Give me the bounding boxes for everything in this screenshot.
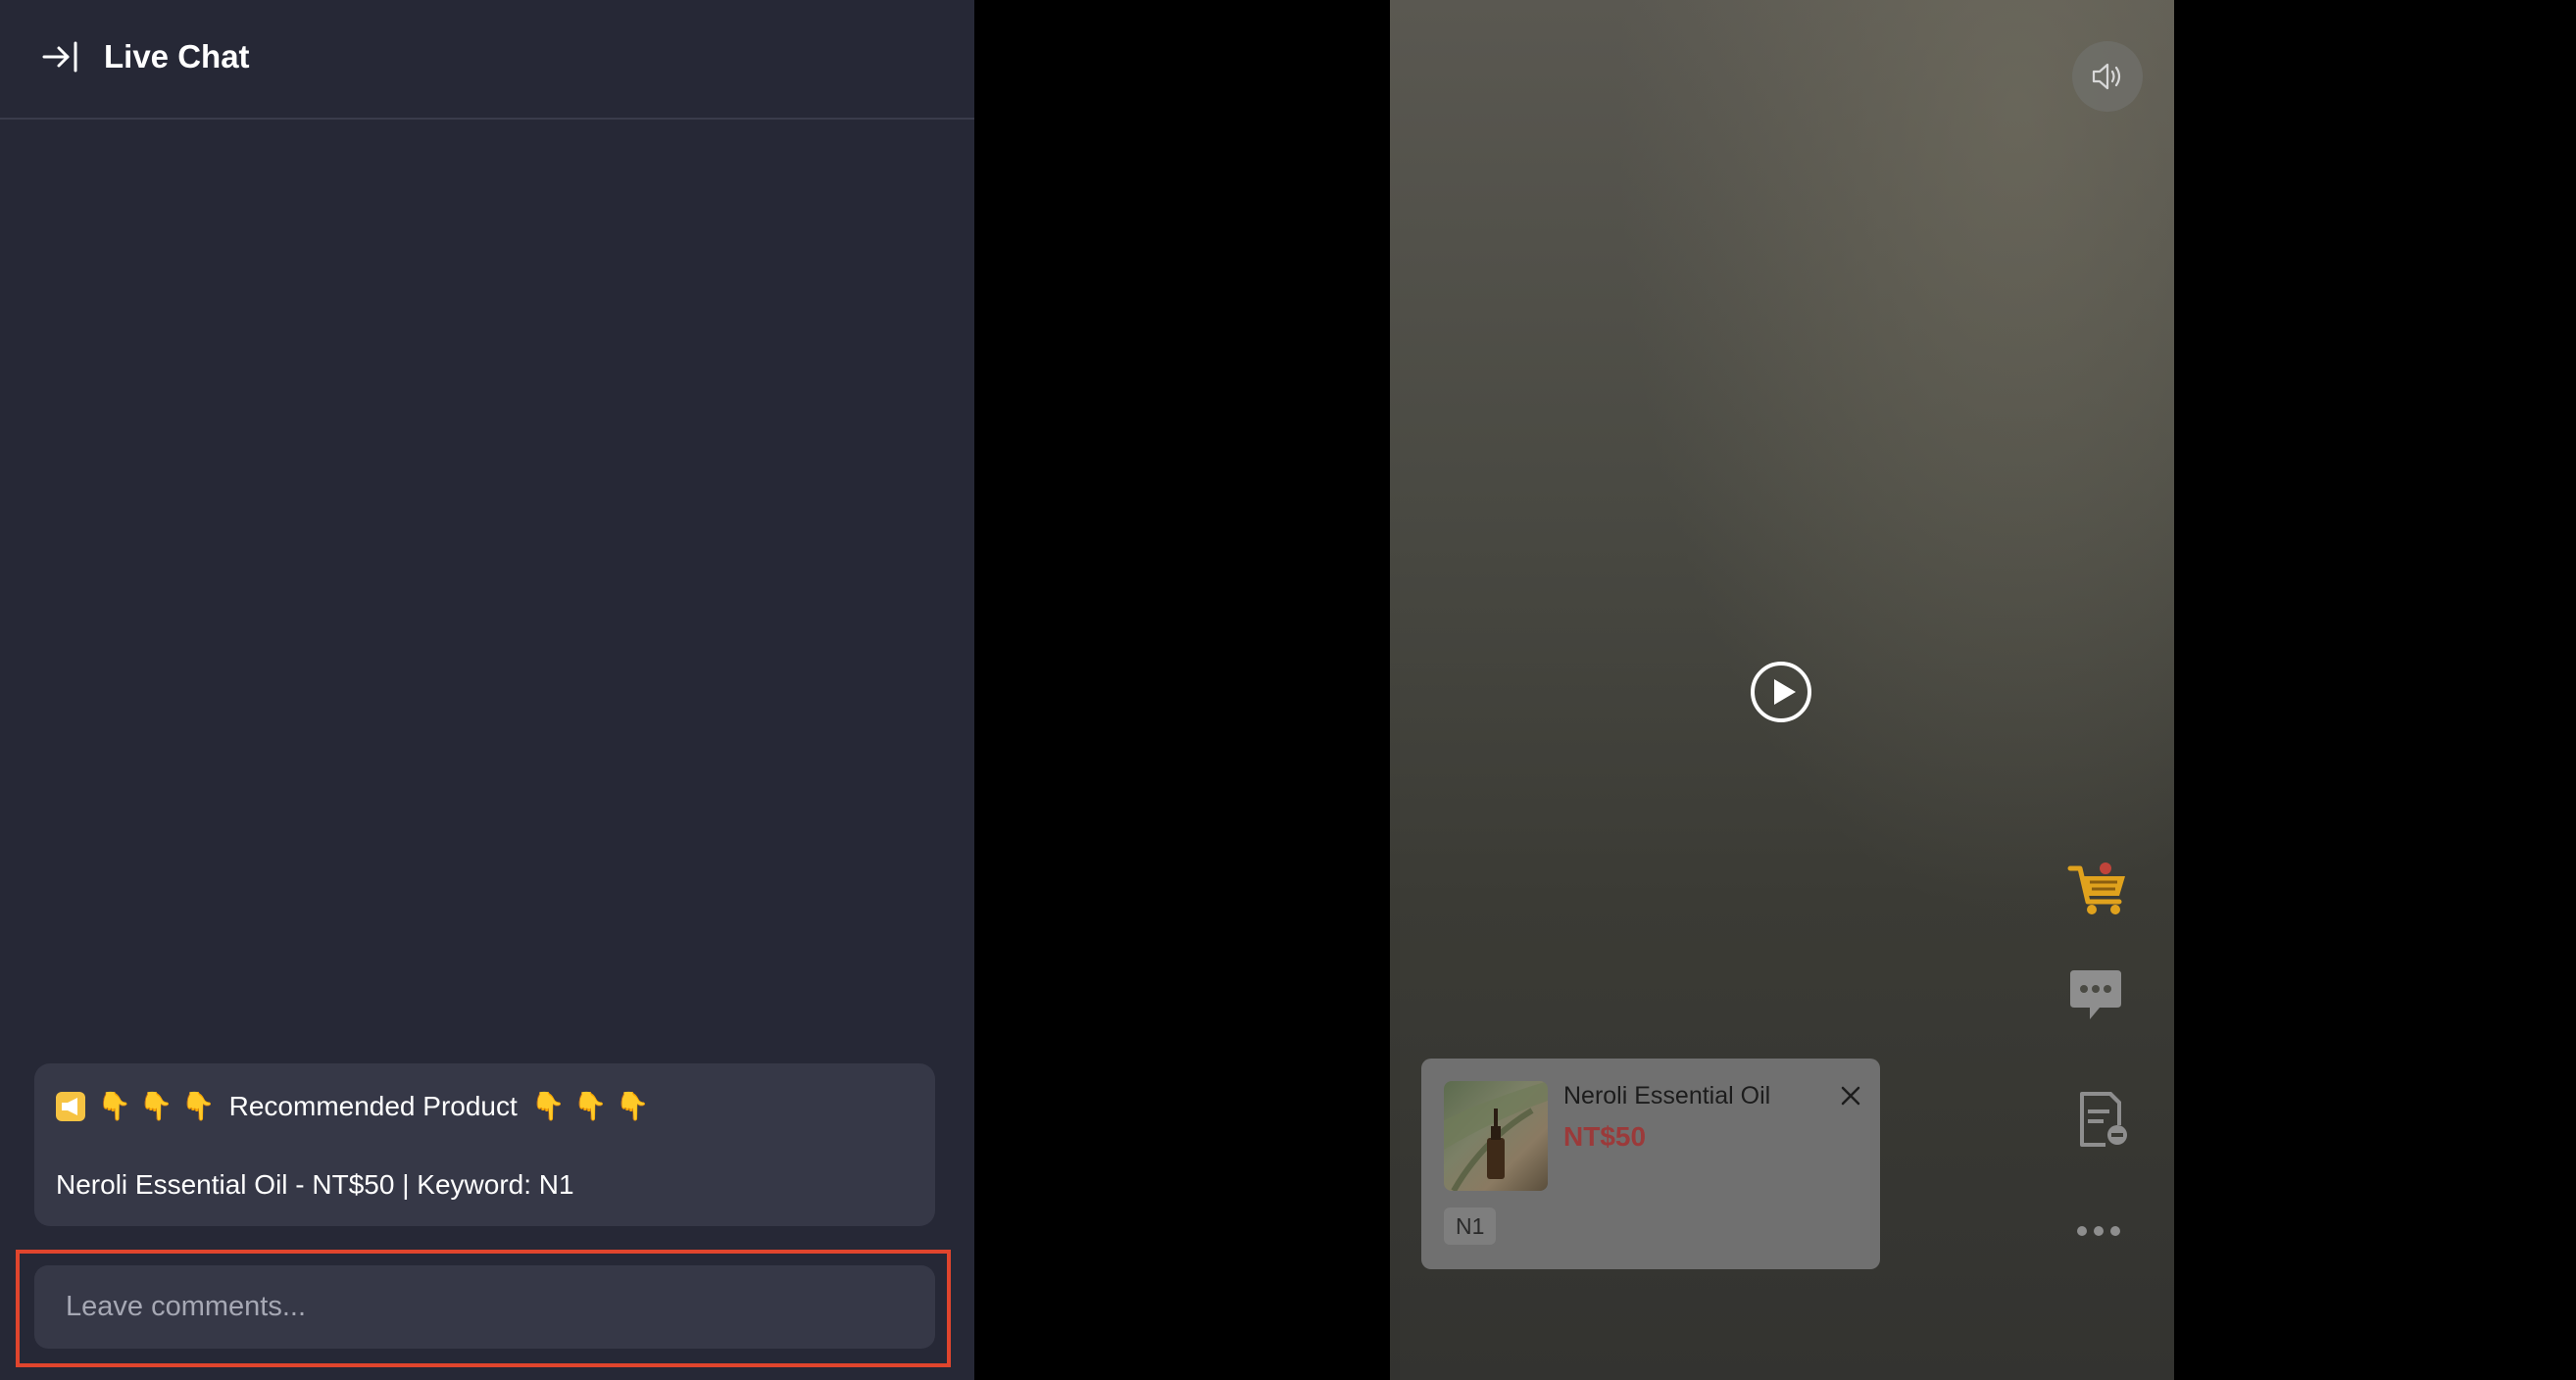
pointing-down-emoji: 👇: [615, 1091, 650, 1121]
order-list-icon[interactable]: [2076, 1090, 2129, 1149]
announcement-icon: [56, 1092, 85, 1121]
chat-bubble-icon[interactable]: [2068, 966, 2123, 1023]
live-chat-panel: Live Chat 👇 👇 👇 Recommended Product 👇 👇 …: [0, 0, 974, 1380]
chat-header: Live Chat: [0, 0, 974, 120]
pointing-down-emoji: 👇: [180, 1091, 216, 1121]
product-thumbnail: [1444, 1081, 1548, 1191]
more-icon[interactable]: [2074, 1219, 2123, 1243]
pointing-down-emoji: 👇: [138, 1091, 173, 1121]
cart-icon[interactable]: [2066, 859, 2129, 917]
product-name: Neroli Essential Oil: [1563, 1082, 1771, 1109]
product-keyword-badge: N1: [1444, 1208, 1497, 1245]
play-icon[interactable]: [1750, 661, 1812, 723]
mute-toggle-button[interactable]: [2072, 41, 2143, 112]
pointing-down-emoji: 👇: [530, 1091, 566, 1121]
pointing-down-emoji: 👇: [572, 1091, 608, 1121]
pointing-down-emoji: 👇: [97, 1091, 131, 1121]
pinned-message-body: Neroli Essential Oil - NT$50 | Keyword: …: [56, 1169, 574, 1200]
speaker-icon: [2092, 63, 2121, 90]
product-card[interactable]: Neroli Essential Oil NT$50 N1: [1421, 1059, 1880, 1269]
chat-title: Live Chat: [104, 38, 250, 74]
comment-input[interactable]: [34, 1265, 935, 1349]
pinned-message: 👇 👇 👇 Recommended Product 👇 👇 👇 Neroli E…: [34, 1063, 935, 1226]
close-icon[interactable]: [1837, 1082, 1864, 1109]
pinned-message-title: Recommended Product: [228, 1091, 518, 1121]
live-video-player[interactable]: Neroli Essential Oil NT$50 N1: [1390, 0, 2174, 1380]
collapse-panel-icon[interactable]: [41, 37, 80, 76]
pinned-message-header: 👇 👇 👇 Recommended Product 👇 👇 👇: [56, 1087, 657, 1126]
product-price: NT$50: [1563, 1121, 1647, 1152]
